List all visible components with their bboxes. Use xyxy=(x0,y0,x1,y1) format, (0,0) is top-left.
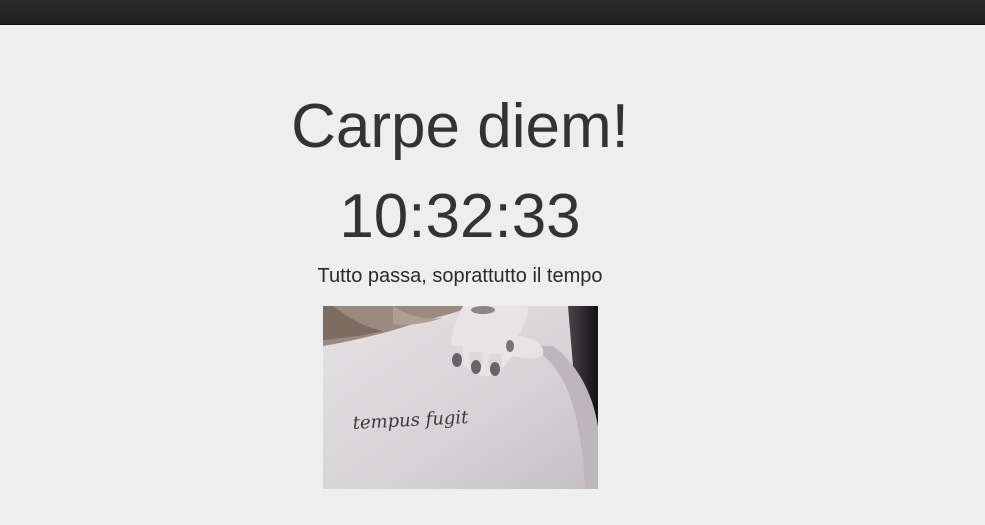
main-content: Carpe diem! 10:32:33 Tutto passa, soprat… xyxy=(0,24,985,525)
tattoo-photo: tempus fugit xyxy=(323,306,598,489)
subtitle-text: Tutto passa, soprattutto il tempo xyxy=(317,265,603,287)
top-navbar xyxy=(0,0,985,25)
page-title: Carpe diem! xyxy=(291,92,629,161)
clock-display: 10:32:33 xyxy=(339,182,581,251)
